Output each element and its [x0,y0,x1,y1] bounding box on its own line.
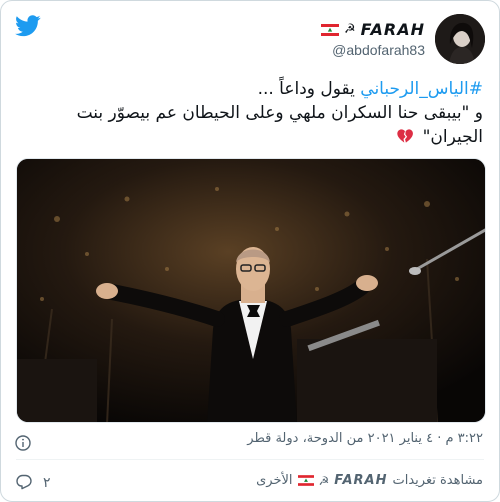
reply-count: ٢ [43,473,51,490]
tweet-line-2: و "بيبقى حنا السكران ملهي وعلى الحيطان ع… [13,101,483,149]
author-handle[interactable]: @abdofarah83 [332,42,425,58]
more-suffix: الأخرى [256,473,293,488]
info-icon[interactable] [15,435,31,451]
reply-icon[interactable] [15,473,33,491]
lebanon-flag-icon [321,23,339,36]
more-prefix: مشاهدة تغريدات [392,473,484,488]
tweet-line-1-text: يقول وداعاً ... [257,79,361,99]
tweet-text: #الياس_الرحباني يقول وداعاً ... و "بيبقى… [13,77,483,149]
avatar[interactable] [435,14,485,64]
twitter-bird-icon[interactable] [15,15,41,37]
tweet-line-1: #الياس_الرحباني يقول وداعاً ... [13,77,483,101]
concert-performer-image [17,159,485,422]
more-author-name: FARAH [334,473,388,488]
tweet-photo[interactable] [16,158,486,423]
lebanon-flag-icon [297,475,314,486]
hashtag-link[interactable]: #الياس_الرحباني [360,79,483,99]
broken-heart-icon [397,129,414,143]
more-symbol: ☭ [318,473,330,488]
author-display-name[interactable]: FARAH [361,20,425,39]
tweet-line-2-text: و "بيبقى حنا السكران ملهي وعلى الحيطان ع… [76,103,483,147]
tweet-actions: ٢ [15,473,51,491]
avatar-portrait-icon [435,14,485,64]
divider [16,459,484,460]
author-block[interactable]: ☭ FARAH @abdofarah83 [321,13,485,65]
view-more-tweets-link[interactable]: مشاهدة تغريدات FARAH ☭ الأخرى [256,473,483,488]
tweet-timestamp[interactable]: ٣:٢٢ م · ٤ يناير ٢٠٢١ من الدوحة، دولة قط… [247,431,483,446]
tweet-card[interactable]: ☭ FARAH @abdofarah83 #الياس_الرحباني يقو… [0,0,500,502]
symbol-glyph: ☭ [344,22,356,37]
